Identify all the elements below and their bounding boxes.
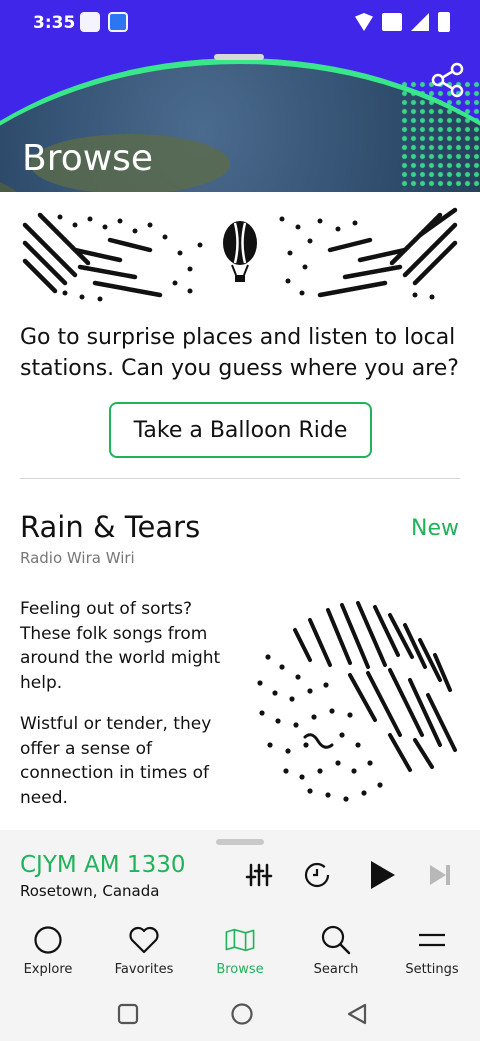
sheet-handle[interactable]: [214, 54, 264, 60]
heart-icon: [128, 924, 160, 956]
balloon-pattern-art: [22, 207, 458, 302]
sleep-timer-icon[interactable]: [300, 858, 334, 892]
cell-signal-icon: [411, 13, 429, 31]
battery-icon: [438, 12, 450, 32]
nav-settings[interactable]: Settings: [384, 912, 480, 986]
nav-search[interactable]: Search: [288, 912, 384, 986]
new-badge: New: [411, 516, 459, 541]
back-icon[interactable]: [345, 1002, 369, 1026]
circle-icon: [32, 924, 64, 956]
status-notification-icons: [80, 12, 128, 32]
balloon-ride-button[interactable]: Take a Balloon Ride: [109, 402, 372, 458]
player-handle[interactable]: [216, 839, 264, 845]
station-location: Rosetown, Canada: [20, 882, 160, 900]
header-banner: 3:35 Browse: [0, 0, 480, 192]
search-icon: [320, 924, 352, 956]
wifi-icon: [355, 13, 373, 31]
nav-label: Search: [313, 962, 359, 977]
volte-icon: [382, 13, 402, 31]
map-icon: [224, 924, 256, 956]
nav-label: Explore: [23, 962, 73, 977]
balloon-description: Go to surprise places and listen to loca…: [20, 325, 459, 381]
nav-browse[interactable]: Browse: [192, 912, 288, 986]
station-name[interactable]: CJYM AM 1330: [20, 852, 185, 878]
system-navigation-bar: [0, 986, 480, 1041]
phone-notification-icon: [108, 12, 128, 32]
skip-next-icon[interactable]: [423, 858, 457, 892]
nav-favorites[interactable]: Favorites: [96, 912, 192, 986]
recents-icon[interactable]: [116, 1002, 140, 1026]
equalizer-icon[interactable]: [242, 858, 276, 892]
feature-subtitle: Radio Wira Wiri: [20, 549, 135, 567]
share-icon[interactable]: [430, 62, 466, 98]
feature-title[interactable]: Rain & Tears: [20, 510, 200, 544]
nav-label: Settings: [405, 962, 459, 977]
status-time: 3:35: [33, 13, 76, 33]
feature-description-2: Wistful or tender, they offer a sense of…: [20, 714, 212, 808]
play-icon[interactable]: [365, 858, 399, 892]
rain-pattern-art: [257, 601, 457, 802]
nav-label: Favorites: [114, 962, 174, 977]
menu-icon: [416, 924, 448, 956]
nav-explore[interactable]: Explore: [0, 912, 96, 986]
section-divider: [20, 478, 460, 479]
nav-label: Browse: [216, 962, 264, 977]
page-title: Browse: [22, 138, 154, 179]
feature-description-1: Feeling out of sorts? These folk songs f…: [20, 599, 221, 693]
home-icon[interactable]: [230, 1002, 254, 1026]
bottom-navigation: Explore Favorites Browse Search Settings: [0, 912, 480, 986]
app-notification-icon: [80, 12, 100, 32]
now-playing-bar[interactable]: CJYM AM 1330 Rosetown, Canada: [0, 830, 480, 912]
status-system-icons: [355, 12, 450, 32]
